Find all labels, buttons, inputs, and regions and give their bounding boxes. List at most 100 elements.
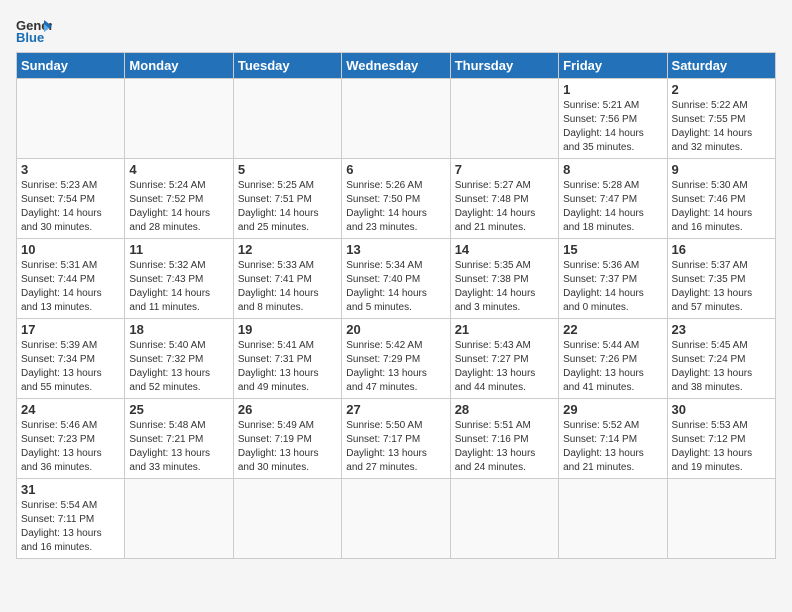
day-info: Sunrise: 5:36 AM Sunset: 7:37 PM Dayligh…: [563, 259, 662, 315]
calendar-cell: 17 Sunrise: 5:39 AM Sunset: 7:34 PM Dayli…: [17, 319, 125, 399]
day-info: Sunrise: 5:43 AM Sunset: 7:27 PM Dayligh…: [455, 339, 554, 395]
day-number: 3: [21, 162, 120, 177]
calendar-cell: 19Sunrise: 5:41 AM Sunset: 7:31 PM Dayli…: [233, 319, 341, 399]
calendar-cell: 2Sunrise: 5:22 AM Sunset: 7:55 PM Daylig…: [667, 79, 775, 159]
day-number: 21: [455, 322, 554, 337]
day-info: Sunrise: 5:28 AM Sunset: 7:47 PM Dayligh…: [563, 179, 662, 235]
day-number: 25: [129, 402, 228, 417]
day-info: Sunrise: 5:33 AM Sunset: 7:41 PM Dayligh…: [238, 259, 337, 315]
day-info: Sunrise: 5:48 AM Sunset: 7:21 PM Dayligh…: [129, 419, 228, 475]
calendar-cell: 26Sunrise: 5:49 AM Sunset: 7:19 PM Dayli…: [233, 399, 341, 479]
day-number: 22: [563, 322, 662, 337]
calendar-cell: 12Sunrise: 5:33 AM Sunset: 7:41 PM Dayli…: [233, 239, 341, 319]
day-number: 15: [563, 242, 662, 257]
day-info: Sunrise: 5:44 AM Sunset: 7:26 PM Dayligh…: [563, 339, 662, 395]
calendar-cell: 16Sunrise: 5:37 AM Sunset: 7:35 PM Dayli…: [667, 239, 775, 319]
day-number: 10: [21, 242, 120, 257]
weekday-header-wednesday: Wednesday: [342, 53, 450, 79]
week-row-6: 31 Sunrise: 5:54 AM Sunset: 7:11 PM Dayli…: [17, 479, 776, 559]
day-number: 18: [129, 322, 228, 337]
day-info: Sunrise: 5:26 AM Sunset: 7:50 PM Dayligh…: [346, 179, 445, 235]
day-info: Sunrise: 5:30 AM Sunset: 7:46 PM Dayligh…: [672, 179, 771, 235]
day-info: Sunrise: 5:34 AM Sunset: 7:40 PM Dayligh…: [346, 259, 445, 315]
day-number: 1: [563, 82, 662, 97]
day-info: Sunrise: 5:32 AM Sunset: 7:43 PM Dayligh…: [129, 259, 228, 315]
calendar-cell: 14 Sunrise: 5:35 AM Sunset: 7:38 PM Dayli…: [450, 239, 558, 319]
calendar-cell: 7Sunrise: 5:27 AM Sunset: 7:48 PM Daylig…: [450, 159, 558, 239]
calendar-cell: 1 Sunrise: 5:21 AM Sunset: 7:56 PM Daylig…: [559, 79, 667, 159]
day-number: 8: [563, 162, 662, 177]
weekday-header-sunday: Sunday: [17, 53, 125, 79]
day-number: 13: [346, 242, 445, 257]
calendar-cell: [559, 479, 667, 559]
calendar-cell: 20 Sunrise: 5:42 AM Sunset: 7:29 PM Dayli…: [342, 319, 450, 399]
day-number: 27: [346, 402, 445, 417]
calendar-cell: [450, 79, 558, 159]
calendar-cell: [125, 79, 233, 159]
calendar-cell: 11 Sunrise: 5:32 AM Sunset: 7:43 PM Dayli…: [125, 239, 233, 319]
week-row-3: 10 Sunrise: 5:31 AM Sunset: 7:44 PM Dayli…: [17, 239, 776, 319]
day-number: 6: [346, 162, 445, 177]
calendar-table: SundayMondayTuesdayWednesdayThursdayFrid…: [16, 52, 776, 559]
day-number: 11: [129, 242, 228, 257]
day-info: Sunrise: 5:50 AM Sunset: 7:17 PM Dayligh…: [346, 419, 445, 475]
calendar-cell: [125, 479, 233, 559]
calendar-cell: 18 Sunrise: 5:40 AM Sunset: 7:32 PM Dayli…: [125, 319, 233, 399]
day-info: Sunrise: 5:37 AM Sunset: 7:35 PM Dayligh…: [672, 259, 771, 315]
calendar-cell: 30 Sunrise: 5:53 AM Sunset: 7:12 PM Dayli…: [667, 399, 775, 479]
calendar-cell: 4 Sunrise: 5:24 AM Sunset: 7:52 PM Daylig…: [125, 159, 233, 239]
calendar-cell: 8 Sunrise: 5:28 AM Sunset: 7:47 PM Daylig…: [559, 159, 667, 239]
calendar-cell: 3 Sunrise: 5:23 AM Sunset: 7:54 PM Daylig…: [17, 159, 125, 239]
day-info: Sunrise: 5:23 AM Sunset: 7:54 PM Dayligh…: [21, 179, 120, 235]
weekday-header-tuesday: Tuesday: [233, 53, 341, 79]
calendar-cell: 29Sunrise: 5:52 AM Sunset: 7:14 PM Dayli…: [559, 399, 667, 479]
day-number: 9: [672, 162, 771, 177]
day-info: Sunrise: 5:31 AM Sunset: 7:44 PM Dayligh…: [21, 259, 120, 315]
day-info: Sunrise: 5:49 AM Sunset: 7:19 PM Dayligh…: [238, 419, 337, 475]
day-info: Sunrise: 5:40 AM Sunset: 7:32 PM Dayligh…: [129, 339, 228, 395]
weekday-header-monday: Monday: [125, 53, 233, 79]
week-row-2: 3 Sunrise: 5:23 AM Sunset: 7:54 PM Daylig…: [17, 159, 776, 239]
day-info: Sunrise: 5:21 AM Sunset: 7:56 PM Dayligh…: [563, 99, 662, 155]
weekday-header-friday: Friday: [559, 53, 667, 79]
day-number: 24: [21, 402, 120, 417]
day-number: 14: [455, 242, 554, 257]
svg-text:Blue: Blue: [16, 30, 44, 44]
calendar-cell: 15 Sunrise: 5:36 AM Sunset: 7:37 PM Dayli…: [559, 239, 667, 319]
calendar-cell: [450, 479, 558, 559]
day-number: 2: [672, 82, 771, 97]
day-info: Sunrise: 5:53 AM Sunset: 7:12 PM Dayligh…: [672, 419, 771, 475]
page-container: General Blue SundayMondayTuesdayWednesda…: [16, 16, 776, 559]
day-number: 30: [672, 402, 771, 417]
day-number: 29: [563, 402, 662, 417]
calendar-cell: 22 Sunrise: 5:44 AM Sunset: 7:26 PM Dayli…: [559, 319, 667, 399]
weekday-header-thursday: Thursday: [450, 53, 558, 79]
calendar-cell: 6 Sunrise: 5:26 AM Sunset: 7:50 PM Daylig…: [342, 159, 450, 239]
day-number: 28: [455, 402, 554, 417]
logo: General Blue: [16, 16, 52, 44]
logo-icon: General Blue: [16, 16, 52, 44]
day-info: Sunrise: 5:42 AM Sunset: 7:29 PM Dayligh…: [346, 339, 445, 395]
calendar-cell: [342, 479, 450, 559]
day-number: 4: [129, 162, 228, 177]
day-number: 23: [672, 322, 771, 337]
day-number: 20: [346, 322, 445, 337]
day-number: 17: [21, 322, 120, 337]
day-info: Sunrise: 5:51 AM Sunset: 7:16 PM Dayligh…: [455, 419, 554, 475]
day-info: Sunrise: 5:25 AM Sunset: 7:51 PM Dayligh…: [238, 179, 337, 235]
weekday-header-saturday: Saturday: [667, 53, 775, 79]
calendar-cell: [667, 479, 775, 559]
day-info: Sunrise: 5:54 AM Sunset: 7:11 PM Dayligh…: [21, 499, 120, 555]
calendar-cell: 23Sunrise: 5:45 AM Sunset: 7:24 PM Dayli…: [667, 319, 775, 399]
day-info: Sunrise: 5:27 AM Sunset: 7:48 PM Dayligh…: [455, 179, 554, 235]
header: General Blue: [16, 16, 776, 44]
day-info: Sunrise: 5:24 AM Sunset: 7:52 PM Dayligh…: [129, 179, 228, 235]
calendar-cell: 27 Sunrise: 5:50 AM Sunset: 7:17 PM Dayli…: [342, 399, 450, 479]
calendar-cell: 10 Sunrise: 5:31 AM Sunset: 7:44 PM Dayli…: [17, 239, 125, 319]
day-info: Sunrise: 5:39 AM Sunset: 7:34 PM Dayligh…: [21, 339, 120, 395]
week-row-1: 1 Sunrise: 5:21 AM Sunset: 7:56 PM Daylig…: [17, 79, 776, 159]
weekday-header-row: SundayMondayTuesdayWednesdayThursdayFrid…: [17, 53, 776, 79]
day-info: Sunrise: 5:35 AM Sunset: 7:38 PM Dayligh…: [455, 259, 554, 315]
day-number: 31: [21, 482, 120, 497]
calendar-cell: 21 Sunrise: 5:43 AM Sunset: 7:27 PM Dayli…: [450, 319, 558, 399]
